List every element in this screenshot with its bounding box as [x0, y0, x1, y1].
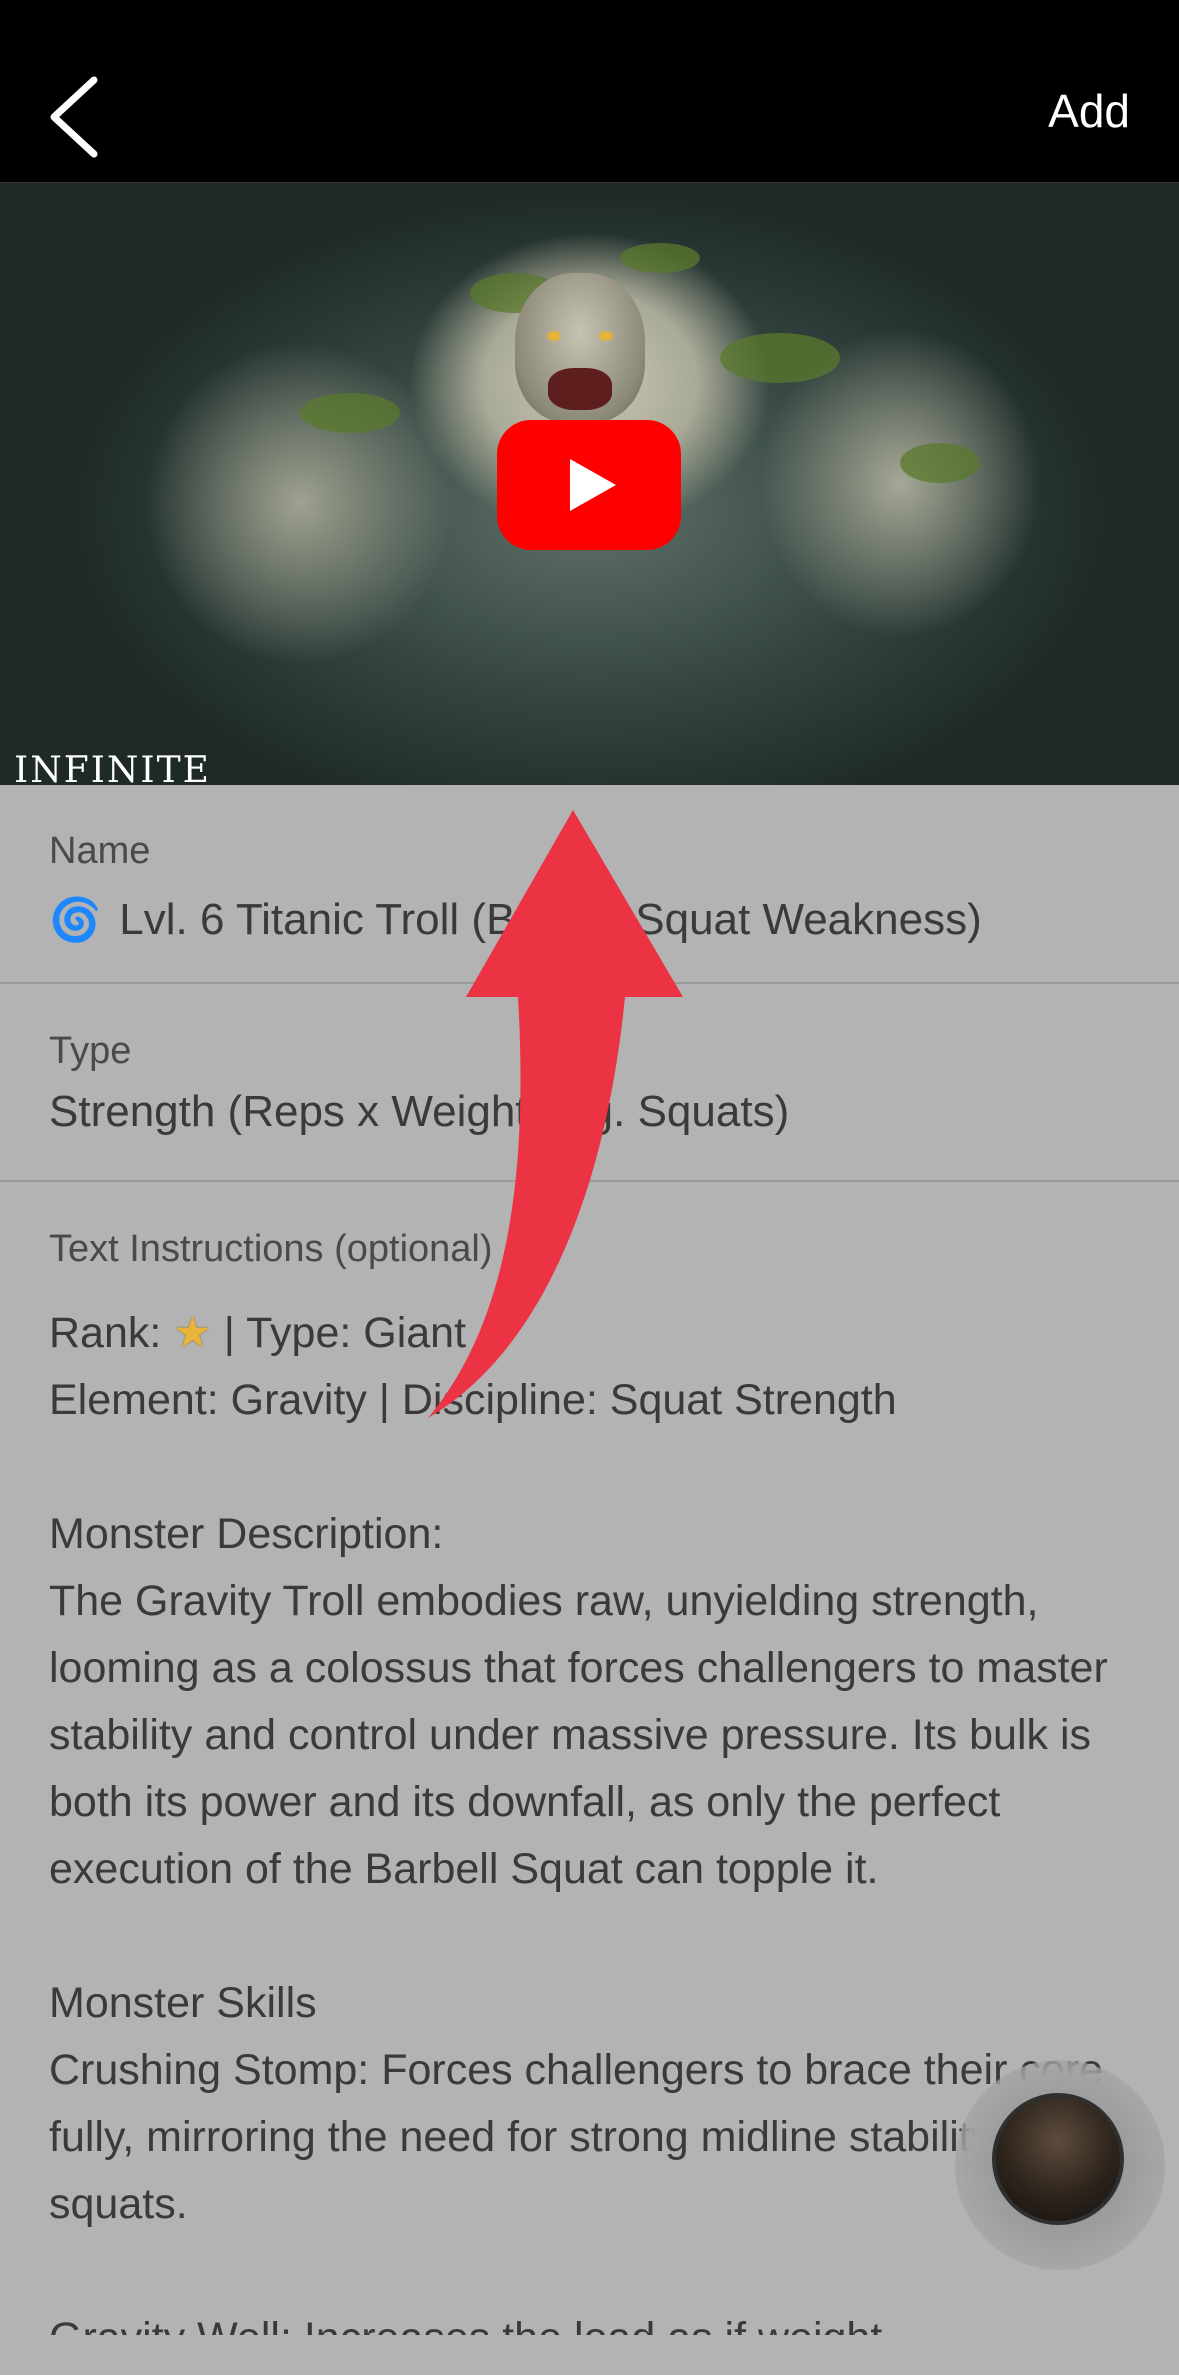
element-line: Element: Gravity | Discipline: Squat Str… [49, 1376, 897, 1424]
name-label: Name [49, 830, 151, 872]
description-text: The Gravity Troll embodies raw, unyieldi… [49, 1577, 1108, 1893]
spiral-icon: 🌀 [49, 896, 102, 943]
watermark-logo: INFINITE [14, 750, 211, 785]
youtube-play-icon[interactable] [497, 420, 681, 550]
top-bar: Add [0, 0, 1179, 183]
rank-line: Rank: ★ | Type: Giant [49, 1309, 467, 1357]
instructions-label: Text Instructions (optional) [49, 1228, 493, 1270]
divider [0, 982, 1179, 984]
type-label: Type [49, 1030, 132, 1072]
skills-title: Monster Skills [49, 1979, 317, 2027]
star-icon: ★ [173, 1309, 212, 1357]
instructions-label-wrap: Text Instructions (optional) [0, 1228, 1179, 1271]
video-thumbnail[interactable]: INFINITE [0, 183, 1179, 785]
assistant-avatar-button[interactable] [992, 2093, 1124, 2225]
troll-face [515, 273, 645, 423]
add-button[interactable]: Add [1048, 88, 1130, 134]
divider [0, 1180, 1179, 1182]
skill-2-text-partial: Gravity Well: Increases the load as if w… [49, 2305, 1149, 2335]
type-field[interactable]: Type Strength (Reps x Weight, e.g. Squat… [0, 1030, 1179, 1137]
type-value: Strength (Reps x Weight, e.g. Squats) [49, 1087, 790, 1136]
name-value: 🌀 Lvl. 6 Titanic Troll (Barbell Squat Wea… [49, 895, 982, 944]
back-chevron-icon[interactable] [44, 72, 114, 162]
description-title: Monster Description: [49, 1510, 444, 1558]
name-field[interactable]: Name 🌀 Lvl. 6 Titanic Troll (Barbell Squa… [0, 830, 1179, 945]
